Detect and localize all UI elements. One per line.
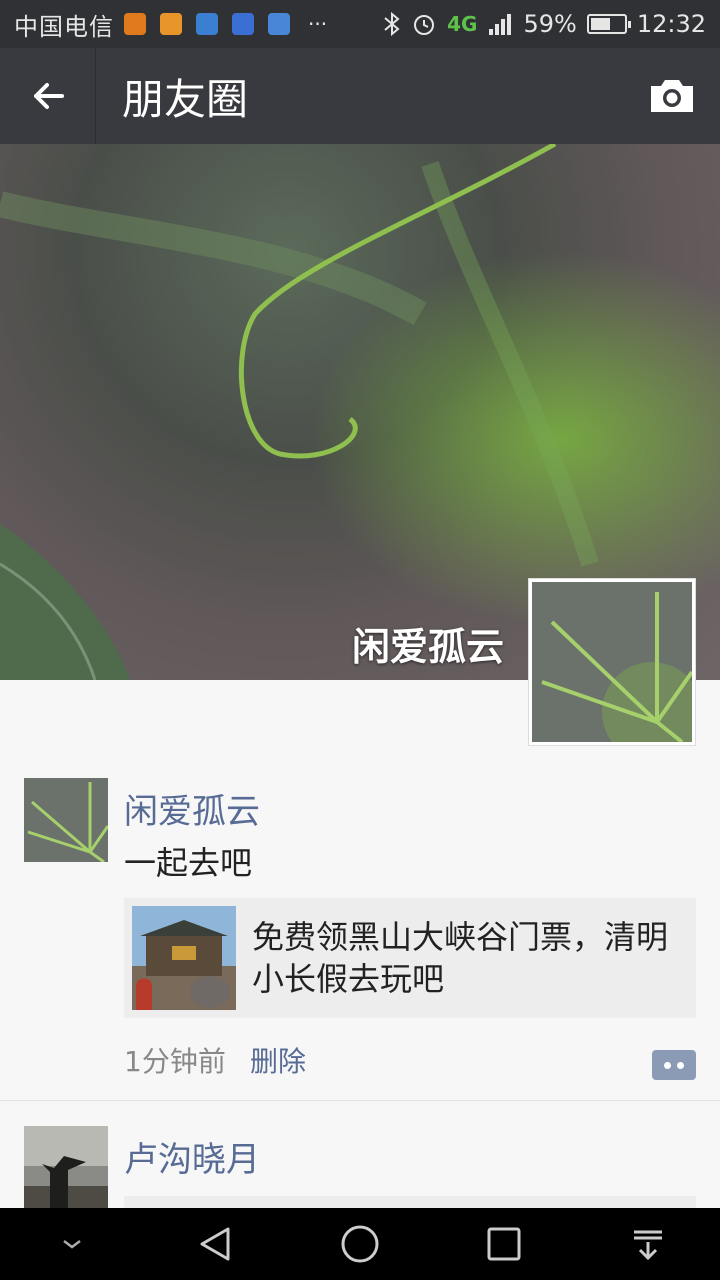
recents-nav-button[interactable] [474,1214,534,1274]
app-notification-icon [160,13,182,35]
shared-link-card[interactable]: 免费领黑山大峡谷门票，清明小长假去玩吧 [124,898,696,1018]
back-button[interactable] [0,48,96,144]
network-type: 4G [447,12,478,36]
camera-button[interactable] [624,48,720,144]
clock: 12:32 [636,10,706,38]
system-navigation-bar [0,1208,720,1280]
post-author-name[interactable]: 闲爱孤云 [124,784,260,833]
triangle-back-icon [200,1227,230,1261]
profile-avatar[interactable] [528,578,702,762]
avatar-image [532,582,702,762]
page-title: 朋友圈 [122,74,249,124]
title-bar: 朋友圈 [0,48,720,144]
link-image [132,906,236,1010]
back-arrow-icon [33,83,64,109]
post-text: 一起去吧 [124,844,253,882]
bluetooth-icon [384,11,400,37]
app-notification-icon [196,13,218,35]
cloud-icon [268,13,290,35]
post-divider [0,1100,720,1101]
dot-icon [677,1061,684,1069]
chevron-down-icon [63,1240,81,1249]
square-recents-icon [487,1227,521,1261]
home-nav-button[interactable] [330,1214,390,1274]
signal-icon [489,14,512,35]
shared-link-card[interactable] [124,1196,696,1208]
alarm-icon [414,15,435,35]
avatar-image [24,778,108,862]
link-title: 免费领黑山大峡谷门票，清明小长假去玩吧 [252,918,669,998]
hide-nav-button[interactable] [42,1214,102,1274]
battery-percent: 59% [523,10,577,38]
dot-icon [664,1061,671,1069]
battery-icon [586,14,631,34]
pull-down-icon [634,1230,662,1261]
notification-pull-button[interactable] [618,1214,678,1274]
post-avatar[interactable] [24,778,108,862]
camera-icon [651,80,693,112]
more-notifications-icon: ··· [308,12,328,36]
post-avatar[interactable] [24,1126,108,1210]
carrier-label: 中国电信 [14,12,114,41]
comment-menu-button[interactable] [652,1050,696,1080]
cover-user-name: 闲爱孤云 [351,625,504,669]
post-author-name[interactable]: 卢沟晓月 [124,1132,260,1181]
app-notification-icon [124,13,146,35]
circle-home-icon [341,1225,379,1263]
back-nav-button[interactable] [186,1214,246,1274]
post-timestamp: 1分钟前 [124,1045,226,1078]
avatar-image [24,1126,108,1210]
delete-button[interactable]: 删除 [250,1040,306,1080]
link-thumbnail [132,906,236,1010]
baidu-icon [232,13,254,35]
status-bar: 中国电信 ··· 4G 59% 12:32 [0,0,720,48]
